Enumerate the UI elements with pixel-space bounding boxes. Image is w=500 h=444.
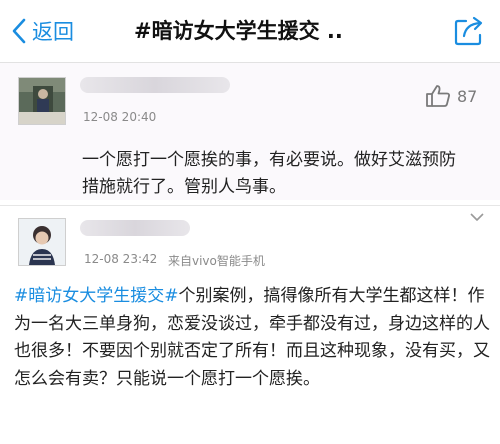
like-button[interactable]: 87 [425, 84, 477, 108]
comment-text: 一个愿打一个愿挨的事，有必要说。做好艾滋预防措施就行了。管别人鸟事。 [82, 150, 456, 197]
like-count: 87 [457, 86, 478, 106]
nav-header: 返回 #暗访女大学生援交 .. [0, 0, 500, 63]
comment-time: 12-08 23:42 [84, 252, 158, 266]
avatar[interactable] [18, 218, 66, 266]
share-icon[interactable] [452, 14, 486, 48]
thumbs-up-icon [426, 85, 450, 107]
chevron-left-icon [12, 18, 26, 44]
comment-item: 12-08 23:42 来自vivo智能手机 #暗访女大学生援交#个别案例，搞得… [0, 205, 500, 444]
page-title: #暗访女大学生援交 .. [134, 19, 343, 43]
avatar-photo [19, 78, 65, 124]
back-label: 返回 [32, 20, 74, 44]
comment-time: 12-08 20:40 [83, 110, 157, 124]
username-blurred [80, 220, 190, 236]
avatar-photo [19, 219, 65, 265]
chevron-down-icon[interactable] [470, 212, 484, 222]
hashtag-link[interactable]: #暗访女大学生援交# [14, 286, 179, 306]
comment-item: 12-08 20:40 87 一个愿打一个愿挨的事，有必要说。做好艾滋预防措施就… [0, 63, 500, 200]
comment-text: #暗访女大学生援交#个别案例，搞得像所有大学生都这样！作为一名大三单身狗，恋爱没… [14, 283, 492, 393]
avatar[interactable] [18, 77, 66, 125]
username-blurred [80, 77, 230, 93]
back-button[interactable]: 返回 [10, 14, 74, 48]
comment-source: 来自vivo智能手机 [168, 254, 265, 268]
